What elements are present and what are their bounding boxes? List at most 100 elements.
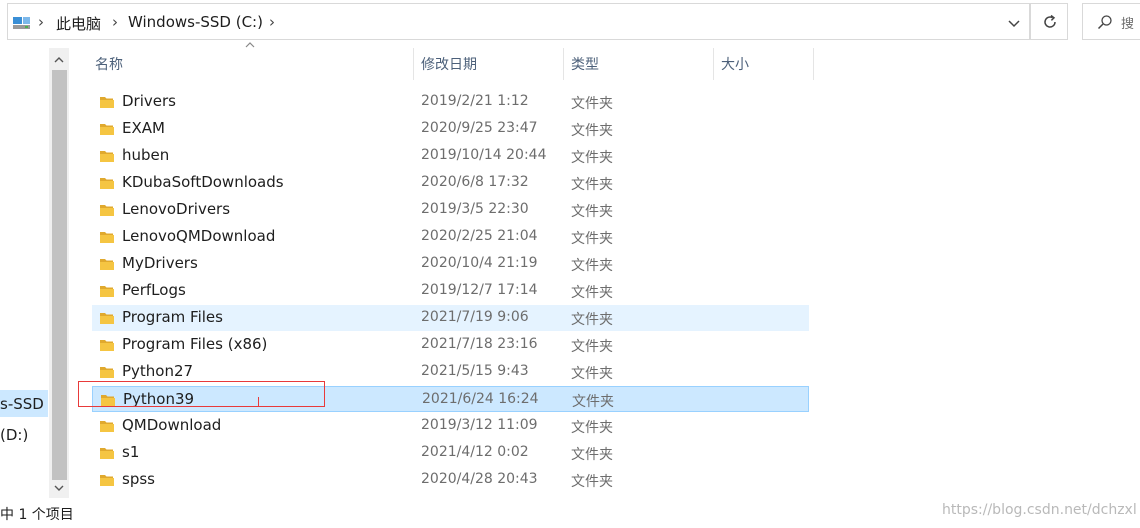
column-header-size[interactable]: 大小	[721, 54, 749, 74]
text-cursor	[258, 397, 259, 407]
file-modified-date: 2019/3/5 22:30	[421, 201, 529, 217]
folder-icon	[100, 151, 114, 162]
file-type: 文件夹	[571, 177, 613, 193]
chevron-right-icon[interactable]: ›	[38, 13, 44, 31]
scroll-down-icon[interactable]	[49, 478, 69, 498]
file-row[interactable]: spss 2020/4/28 20:43 文件夹	[92, 467, 809, 493]
file-type: 文件夹	[571, 339, 613, 355]
column-header-name[interactable]: 名称	[95, 54, 123, 74]
folder-icon	[100, 124, 114, 135]
chevron-right-icon[interactable]: ›	[269, 13, 275, 31]
file-type: 文件夹	[571, 312, 613, 328]
file-modified-date: 2019/3/12 11:09	[421, 417, 538, 433]
file-type: 文件夹	[571, 123, 613, 139]
file-modified-date: 2020/6/8 17:32	[421, 174, 529, 190]
file-row[interactable]: LenovoDrivers 2019/3/5 22:30 文件夹	[92, 197, 809, 223]
file-row[interactable]: Program Files (x86) 2021/7/18 23:16 文件夹	[92, 332, 809, 358]
column-header-date[interactable]: 修改日期	[421, 54, 477, 74]
file-type: 文件夹	[571, 231, 613, 247]
file-name: spss	[122, 470, 155, 488]
folder-icon	[100, 313, 114, 324]
file-type: 文件夹	[571, 204, 613, 220]
file-name: Drivers	[122, 92, 176, 110]
file-modified-date: 2019/2/21 1:12	[421, 93, 529, 109]
folder-icon	[100, 232, 114, 243]
column-header-type[interactable]: 类型	[571, 54, 599, 74]
column-divider[interactable]	[563, 48, 564, 80]
annotation-highlight-box	[78, 381, 325, 407]
search-placeholder: 搜	[1121, 17, 1135, 32]
breadcrumb-drive-c[interactable]: Windows-SSD (C:)	[128, 13, 263, 31]
address-bar[interactable]: › 此电脑 › Windows-SSD (C:) ›	[7, 3, 1030, 40]
file-name: Program Files	[122, 308, 223, 326]
file-type: 文件夹	[571, 366, 613, 382]
file-name: Program Files (x86)	[122, 335, 268, 353]
folder-icon	[100, 97, 114, 108]
file-modified-date: 2020/9/25 23:47	[421, 120, 538, 136]
breadcrumb-this-pc[interactable]: 此电脑	[56, 13, 101, 34]
refresh-icon	[1044, 14, 1056, 28]
file-row[interactable]: LenovoQMDownload 2020/2/25 21:04 文件夹	[92, 224, 809, 250]
file-row[interactable]: s1 2021/4/12 0:02 文件夹	[92, 440, 809, 466]
file-modified-date: 2021/7/18 23:16	[421, 336, 538, 352]
search-input[interactable]: 搜	[1082, 3, 1140, 40]
file-type: 文件夹	[571, 150, 613, 166]
folder-icon	[100, 475, 114, 486]
nav-item-drive-d[interactable]: (D:)	[0, 426, 28, 444]
folder-icon	[100, 421, 114, 432]
search-icon	[1097, 15, 1112, 30]
file-name: LenovoQMDownload	[122, 227, 276, 245]
drive-icon	[13, 17, 30, 29]
file-modified-date: 2021/6/24 16:24	[422, 391, 539, 407]
file-modified-date: 2020/2/25 21:04	[421, 228, 538, 244]
folder-icon	[100, 367, 114, 378]
status-bar-text: 中 1 个项目	[0, 507, 74, 523]
file-modified-date: 2020/4/28 20:43	[421, 471, 538, 487]
file-row[interactable]: Drivers 2019/2/21 1:12 文件夹	[92, 89, 809, 115]
file-name: LenovoDrivers	[122, 200, 231, 218]
file-type: 文件夹	[571, 96, 613, 112]
file-modified-date: 2020/10/4 21:19	[421, 255, 538, 271]
file-modified-date: 2021/4/12 0:02	[421, 444, 529, 460]
scroll-up-icon[interactable]	[49, 50, 69, 70]
file-name: Python27	[122, 362, 194, 380]
file-modified-date: 2021/7/19 9:06	[421, 309, 529, 325]
file-type: 文件夹	[571, 474, 613, 490]
file-row[interactable]: PerfLogs 2019/12/7 17:14 文件夹	[92, 278, 809, 304]
file-name: huben	[122, 146, 170, 164]
file-type: 文件夹	[571, 447, 613, 463]
folder-icon	[100, 178, 114, 189]
file-row[interactable]: Program Files 2021/7/19 9:06 文件夹	[92, 305, 809, 331]
column-divider[interactable]	[713, 48, 714, 80]
folder-icon	[100, 205, 114, 216]
file-row[interactable]: KDubaSoftDownloads 2020/6/8 17:32 文件夹	[92, 170, 809, 196]
column-divider[interactable]	[413, 48, 414, 80]
file-row[interactable]: QMDownload 2019/3/12 11:09 文件夹	[92, 413, 809, 439]
folder-icon	[100, 340, 114, 351]
chevron-down-icon[interactable]	[1004, 13, 1024, 33]
refresh-button[interactable]	[1030, 3, 1068, 40]
chevron-right-icon[interactable]: ›	[112, 13, 118, 31]
folder-icon	[100, 286, 114, 297]
file-type: 文件夹	[571, 420, 613, 436]
column-divider[interactable]	[813, 48, 814, 80]
sort-ascending-icon	[245, 42, 255, 48]
file-name: s1	[122, 443, 140, 461]
file-modified-date: 2019/12/7 17:14	[421, 282, 538, 298]
file-type: 文件夹	[572, 394, 614, 410]
nav-scrollbar-thumb[interactable]	[52, 70, 67, 480]
file-name: QMDownload	[122, 416, 222, 434]
file-type: 文件夹	[571, 285, 613, 301]
file-row[interactable]: huben 2019/10/14 20:44 文件夹	[92, 143, 809, 169]
nav-item-drive-c[interactable]: s-SSD (	[0, 395, 54, 413]
folder-icon	[100, 448, 114, 459]
file-row[interactable]: MyDrivers 2020/10/4 21:19 文件夹	[92, 251, 809, 277]
file-modified-date: 2019/10/14 20:44	[421, 147, 547, 163]
file-type: 文件夹	[571, 258, 613, 274]
file-row[interactable]: EXAM 2020/9/25 23:47 文件夹	[92, 116, 809, 142]
watermark: https://blog.csdn.net/dchzxl	[942, 502, 1137, 518]
file-name: KDubaSoftDownloads	[122, 173, 284, 191]
file-name: MyDrivers	[122, 254, 198, 272]
folder-icon	[100, 259, 114, 270]
file-modified-date: 2021/5/15 9:43	[421, 363, 529, 379]
